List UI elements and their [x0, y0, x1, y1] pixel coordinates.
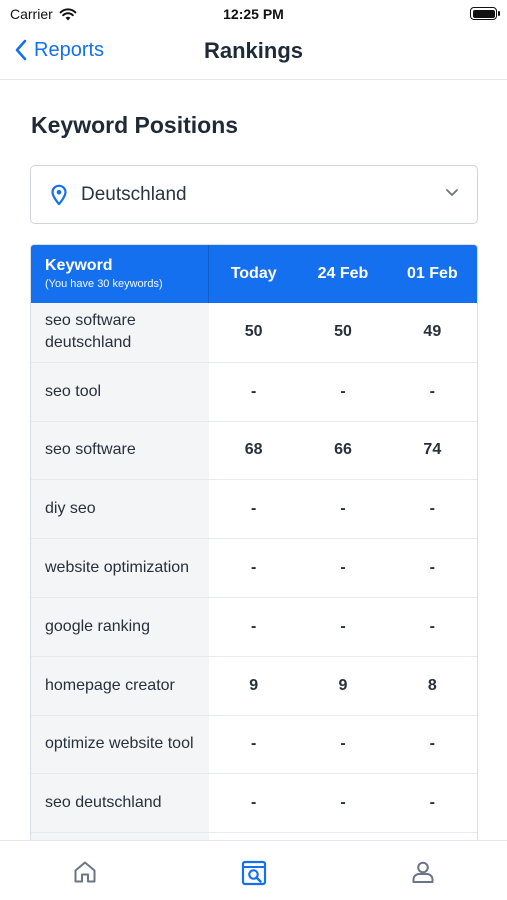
tab-bar — [0, 840, 507, 900]
position-cell: 8 — [427, 676, 437, 694]
table-header: Keyword (You have 30 keywords) Today 24 … — [31, 245, 477, 303]
position-cell: - — [429, 794, 435, 812]
column-header-today: Today — [230, 265, 277, 282]
keyword-cell: seo tool — [31, 362, 209, 421]
tab-profile[interactable] — [338, 841, 507, 900]
table-row: seo deutschland - - - — [31, 773, 477, 833]
table-row: website optimization - - - — [31, 538, 477, 597]
page-title: Rankings — [203, 38, 304, 63]
chevron-down-icon — [446, 189, 458, 196]
rankings-table: Keyword (You have 30 keywords) Today 24 … — [30, 244, 478, 864]
keyword-cell: website optimization — [31, 539, 209, 597]
position-cell: - — [340, 617, 346, 635]
position-cell: - — [251, 735, 257, 753]
battery-icon — [470, 7, 500, 20]
position-cell: - — [251, 617, 257, 635]
table-row: diy seo - - - — [31, 479, 477, 539]
position-cell: - — [429, 559, 435, 577]
position-cell: - — [340, 500, 346, 518]
keyword-cell: seo software — [31, 421, 209, 480]
position-cell: - — [340, 735, 346, 753]
position-cell: - — [340, 559, 346, 577]
position-cell: 50 — [244, 323, 263, 341]
position-cell: - — [429, 500, 435, 518]
position-cell: 68 — [244, 441, 263, 459]
country-select-value: Deutschland — [81, 183, 187, 205]
home-icon — [74, 861, 95, 883]
keyword-cell: seo deutschland — [31, 774, 209, 833]
section-title: Keyword Positions — [31, 112, 239, 138]
keyword-cell: optimize website tool — [31, 715, 209, 774]
table-row: seo tool - - - — [31, 361, 477, 421]
table-row: seo software 68 66 74 — [31, 420, 477, 480]
position-cell: - — [429, 617, 435, 635]
keyword-count-note: (You have 30 keywords) — [45, 278, 163, 290]
keyword-cell: homepage creator — [31, 656, 209, 715]
column-header-24-feb: 24 Feb — [317, 265, 369, 282]
keyword-cell: seo software deutschland — [31, 303, 209, 362]
table-row: seo software deutschland 50 50 49 — [31, 303, 477, 362]
keyword-column-header: Keyword (You have 30 keywords) — [31, 245, 209, 303]
position-cell: - — [340, 382, 346, 400]
position-cell: - — [429, 382, 435, 400]
table-row: google ranking - - - — [31, 596, 477, 656]
clock: 12:25 PM — [223, 6, 284, 22]
profile-icon — [412, 861, 433, 883]
country-select[interactable]: Deutschland — [30, 165, 478, 224]
position-cell: - — [340, 794, 346, 812]
position-cell: 66 — [334, 441, 352, 459]
column-header-01-feb: 01 Feb — [406, 265, 458, 282]
tab-rankings[interactable] — [169, 841, 338, 900]
keyword-cell: diy seo — [31, 480, 209, 539]
position-cell: 9 — [338, 676, 348, 694]
position-cell: - — [251, 794, 257, 812]
search-report-icon — [241, 860, 266, 886]
position-cell: 50 — [334, 323, 352, 341]
table-row: optimize website tool - - - — [31, 714, 477, 774]
position-cell: - — [251, 500, 257, 518]
table-row: homepage creator 9 9 8 — [31, 655, 477, 715]
position-cell: 74 — [423, 441, 442, 459]
status-bar: Carrier 12:25 PM — [0, 0, 507, 28]
keyword-cell: google ranking — [31, 597, 209, 656]
table-body: seo software deutschland 50 50 49 seo tool - -… — [31, 303, 477, 863]
position-cell: 49 — [423, 323, 442, 341]
position-cell: 9 — [249, 676, 259, 694]
position-cell: - — [251, 382, 257, 400]
navigation-bar: Reports Rankings — [0, 28, 507, 80]
keyword-header-label: Keyword — [45, 257, 113, 274]
tab-home[interactable] — [0, 841, 169, 900]
position-cell: - — [429, 735, 435, 753]
location-pin-icon — [51, 184, 67, 205]
position-cell: - — [251, 559, 257, 577]
